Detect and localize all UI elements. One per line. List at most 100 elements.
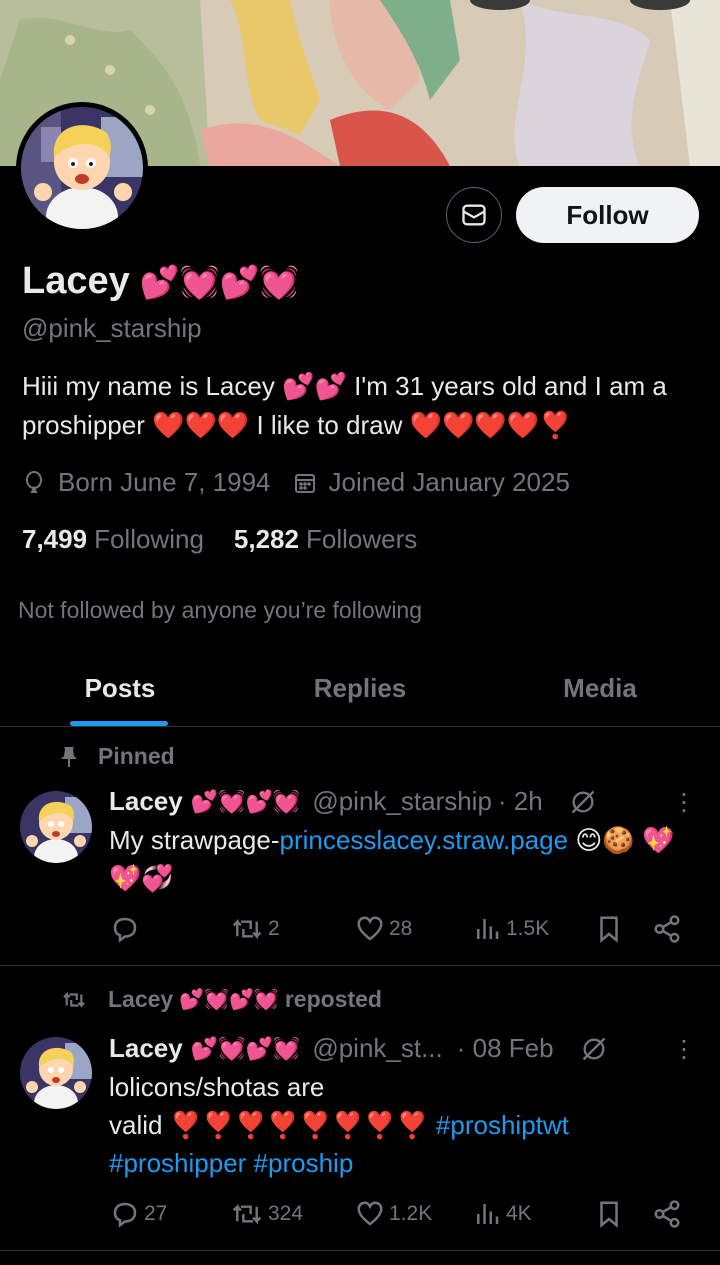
following-count: 7,499 xyxy=(22,524,88,554)
views-icon xyxy=(477,919,499,939)
grok-icon[interactable] xyxy=(580,1035,608,1063)
post-time[interactable]: · 2h xyxy=(498,786,543,817)
share-button[interactable] xyxy=(652,1199,686,1229)
reply-icon xyxy=(113,1202,137,1228)
followers-label: Followers xyxy=(305,524,418,554)
post-time[interactable]: · 08 Feb xyxy=(457,1033,554,1064)
share-icon xyxy=(654,915,680,943)
like-button[interactable]: 28 xyxy=(355,914,412,944)
tab-media[interactable]: Media xyxy=(480,650,720,726)
views-count: 4K xyxy=(506,1202,532,1225)
views-button[interactable]: 4K xyxy=(472,1199,532,1229)
heart-icon xyxy=(357,1201,383,1226)
followers-count: 5,282 xyxy=(233,524,299,554)
post-header: Lacey 💕💓💕💓 @pink_starship · 2h xyxy=(109,786,597,817)
hashtag-proshipper[interactable]: #proshipper xyxy=(109,1148,246,1178)
bookmark-button[interactable] xyxy=(594,914,628,944)
profile-handle: @pink_starship xyxy=(22,313,202,343)
post-author[interactable]: Lacey xyxy=(109,786,183,817)
post-divider xyxy=(0,1250,720,1251)
views-count: 1.5K xyxy=(506,917,550,940)
bio-text-3: I like to draw xyxy=(256,410,403,440)
profile-avatar[interactable] xyxy=(16,102,148,234)
pin-icon xyxy=(61,746,77,767)
reply-button[interactable]: 27 xyxy=(110,1199,167,1229)
bookmark-icon xyxy=(600,916,618,943)
bio-text-1: Hiii my name is Lacey xyxy=(22,371,275,401)
balloon-icon xyxy=(26,470,42,493)
envelope-icon xyxy=(462,204,486,226)
post-text-line2: valid ❣️❣️❣️❣️❣️❣️❣️❣️ xyxy=(109,1110,429,1140)
follow-counts: 7,499 Following 5,282 Followers xyxy=(22,524,417,555)
post-avatar[interactable] xyxy=(20,1037,92,1109)
more-options-icon[interactable]: ⋮ xyxy=(672,791,696,815)
bio-emoji-2: ❤️❤️❤️ xyxy=(152,410,250,440)
post-text: lolicons/shotas are valid ❣️❣️❣️❣️❣️❣️❣️… xyxy=(109,1068,704,1182)
bookmark-icon xyxy=(600,1201,618,1228)
post-handle[interactable]: @pink_starship xyxy=(312,786,492,817)
joined-text: Joined January 2025 xyxy=(328,467,570,497)
follow-button[interactable]: Follow xyxy=(516,187,699,243)
profile-tabs: Posts Replies Media xyxy=(0,650,720,727)
bookmark-button[interactable] xyxy=(594,1199,628,1229)
hashtag-proshiptwt[interactable]: #proshiptwt xyxy=(436,1110,569,1140)
more-options-icon[interactable]: ⋮ xyxy=(672,1038,696,1062)
post-divider xyxy=(0,965,720,966)
post-text-before: My strawpage- xyxy=(109,825,280,855)
followers-link[interactable]: 5,282 Followers xyxy=(234,524,417,555)
following-label: Following xyxy=(94,524,204,554)
post-avatar[interactable] xyxy=(20,791,92,863)
tab-posts[interactable]: Posts xyxy=(0,650,240,726)
repost-icon xyxy=(232,1203,262,1225)
views-button[interactable]: 1.5K xyxy=(472,914,549,944)
reply-count: 27 xyxy=(144,1202,168,1225)
profile-name-text: Lacey xyxy=(22,260,130,302)
bio-emoji-3: ❤️❤️❤️❤️❣️ xyxy=(409,410,572,440)
post-handle[interactable]: @pink_st... xyxy=(312,1033,442,1064)
repost-button[interactable]: 324 xyxy=(230,1199,303,1229)
reply-icon xyxy=(113,917,137,943)
like-count: 28 xyxy=(389,917,413,940)
repost-button[interactable]: 2 xyxy=(230,914,280,944)
profile-name-emoji: 💕💓💕💓 xyxy=(139,263,300,300)
calendar-icon xyxy=(294,473,315,493)
repost-context: Lacey 💕💓💕💓 reposted xyxy=(60,986,382,1013)
bio-emoji-1: 💕💕 xyxy=(282,371,347,401)
profile-meta: Born June 7, 1994 Joined January 2025 xyxy=(22,467,592,498)
repost-count: 324 xyxy=(268,1202,304,1225)
message-button[interactable] xyxy=(446,187,502,243)
heart-icon xyxy=(357,916,383,941)
repost-count: 2 xyxy=(268,917,280,940)
reply-button[interactable] xyxy=(110,914,144,944)
repost-context-emoji: 💕💓💕💓 xyxy=(179,989,279,1011)
post-actions: 27 324 1.2K 4K xyxy=(110,1199,690,1233)
post-author[interactable]: Lacey xyxy=(109,1033,183,1064)
post-text: My strawpage-princesslacey.straw.page 😊🍪… xyxy=(109,821,704,897)
post-text-line1: lolicons/shotas are xyxy=(109,1072,325,1102)
profile-bio: Hiii my name is Lacey 💕💕 I'm 31 years ol… xyxy=(22,367,702,445)
post-actions: 2 28 1.5K xyxy=(110,914,690,948)
hashtag-proship[interactable]: #proship xyxy=(254,1148,354,1178)
views-icon xyxy=(477,1204,499,1224)
tab-replies[interactable]: Replies xyxy=(240,650,480,726)
repost-context-suffix: reposted xyxy=(284,986,382,1012)
post-link[interactable]: princesslacey.straw.page xyxy=(280,825,569,855)
born-item: Born June 7, 1994 xyxy=(22,467,271,498)
repost-context-name[interactable]: Lacey xyxy=(108,986,173,1013)
repost-small-icon xyxy=(63,991,85,1008)
repost-icon xyxy=(232,918,262,940)
pinned-context: Pinned xyxy=(60,743,175,770)
like-button[interactable]: 1.2K xyxy=(355,1199,432,1229)
post-author-emoji: 💕💓💕💓 xyxy=(190,788,301,814)
share-icon xyxy=(654,1200,680,1228)
share-button[interactable] xyxy=(652,914,686,944)
joined-item: Joined January 2025 xyxy=(293,467,570,498)
born-text: Born June 7, 1994 xyxy=(58,467,271,497)
not-followed-text: Not followed by anyone you’re following xyxy=(18,597,423,623)
pinned-label: Pinned xyxy=(98,743,175,769)
profile-name: Lacey 💕💓💕💓 xyxy=(22,260,299,303)
grok-icon[interactable] xyxy=(569,788,597,816)
post-header: Lacey 💕💓💕💓 @pink_st... · 08 Feb xyxy=(109,1033,608,1064)
following-link[interactable]: 7,499 Following xyxy=(22,524,204,555)
like-count: 1.2K xyxy=(389,1202,433,1225)
